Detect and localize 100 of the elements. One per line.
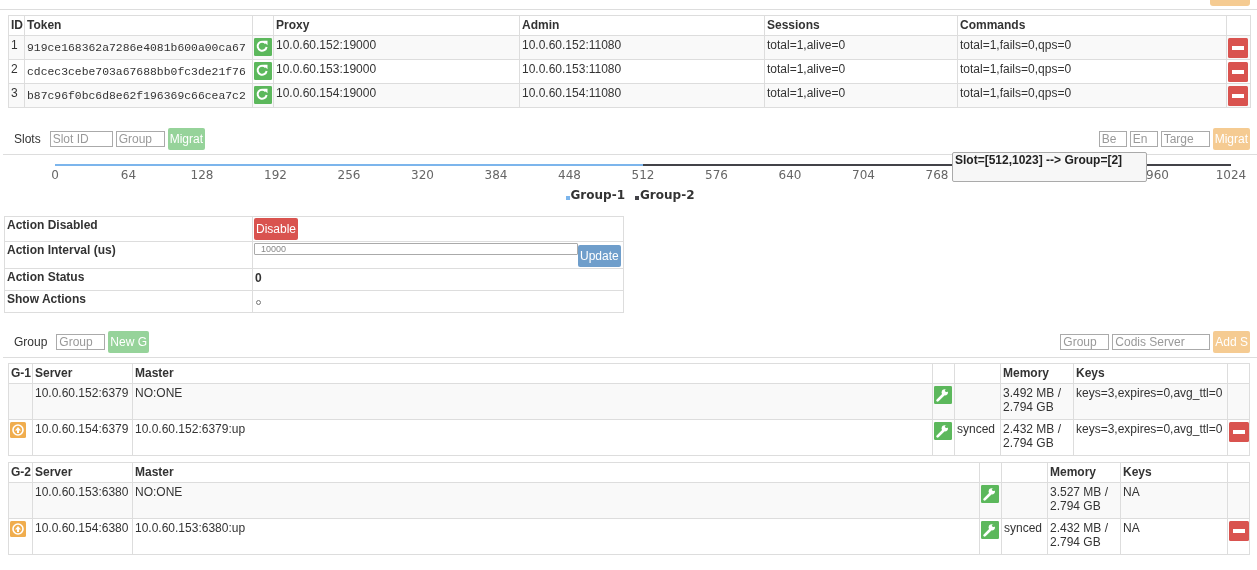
column-header: Token (24, 15, 253, 36)
button[interactable]: Migrat (1212, 128, 1250, 150)
table-cell: synced (954, 419, 1001, 456)
row-label: Action Status (4, 268, 253, 291)
tick-label: 384 (484, 168, 508, 182)
refresh-icon[interactable] (254, 61, 272, 81)
column-header: Server (32, 462, 133, 483)
column-header: ID (8, 15, 25, 36)
wrench-icon[interactable] (934, 421, 952, 441)
wrench-icon[interactable] (981, 484, 999, 504)
tick-label: 256 (337, 168, 361, 182)
button[interactable]: New G (108, 331, 150, 353)
input-field[interactable]: Be (1098, 131, 1127, 147)
column-header: Server (32, 363, 133, 384)
remove-button[interactable] (1229, 520, 1249, 542)
tick-label: 768 (925, 168, 949, 182)
table-cell: 10.0.60.154:6379 (32, 419, 133, 456)
input-field[interactable]: Targe (1160, 131, 1210, 147)
table-cell: 2 (8, 59, 25, 84)
button[interactable]: Add S (1213, 331, 1250, 353)
table-cell: 2.432 MB / 2.794 GB (1000, 419, 1074, 456)
remove-button[interactable] (1228, 61, 1248, 83)
tick-label: 704 (852, 168, 875, 182)
table-cell: 10.0.60.154:6380 (32, 518, 133, 555)
table-cell: 10.0.60.153:11080 (519, 59, 765, 84)
section-label: Slots (14, 132, 41, 146)
table-cell: total=1,alive=0 (764, 83, 958, 108)
table-cell: total=1,alive=0 (764, 59, 958, 84)
table-cell: 0 (252, 268, 624, 291)
column-header: G-1 (8, 363, 33, 384)
tick-label: 0 (51, 168, 59, 182)
table-cell: total=1,fails=0,qps=0 (957, 83, 1227, 108)
table-cell: cdcec3cebe703a67688bb0fc3de21f76 (24, 59, 253, 84)
row-label: Action Disabled (4, 216, 253, 242)
tick-label: 320 (411, 168, 434, 182)
column-header: Keys (1073, 363, 1228, 384)
table-cell: 10.0.60.152:6379:up (132, 419, 933, 456)
table-cell: b87c96f0bc6d8e62f196369c66cea7c2 (24, 83, 253, 108)
input-field[interactable]: Group (56, 334, 106, 350)
tick-label: 1024 (1215, 168, 1247, 182)
tick-label: 128 (190, 168, 214, 182)
wrench-icon[interactable] (981, 520, 999, 540)
legend-label: Group-2 (640, 188, 695, 202)
table-cell: total=1,alive=0 (764, 35, 958, 60)
row-label: Show Actions (4, 290, 253, 313)
table-cell: synced (1001, 518, 1048, 555)
remove-button[interactable] (1228, 37, 1248, 59)
tick-label: 64 (120, 168, 137, 182)
refresh-icon[interactable] (254, 85, 272, 105)
wrench-icon[interactable] (934, 385, 952, 405)
column-header: Proxy (273, 15, 520, 36)
refresh-icon[interactable] (254, 37, 272, 57)
remove-button[interactable] (1229, 421, 1249, 443)
button[interactable]: Migrat (167, 128, 206, 150)
tooltip: Slot=[512,1023] --> Group=[2] (952, 152, 1147, 182)
table-cell: 3 (8, 83, 25, 108)
tick-label: 192 (264, 168, 287, 182)
column-header: Commands (957, 15, 1227, 36)
table-cell: keys=3,expires=0,avg_ttl=0 (1073, 383, 1228, 420)
promote-button[interactable] (10, 520, 26, 538)
promote-button[interactable] (10, 421, 26, 439)
table-cell: 10.0.60.154:19000 (273, 83, 520, 108)
legend-label: Group-1 (570, 188, 625, 202)
table-cell: 3.492 MB / 2.794 GB (1000, 383, 1074, 420)
remove-button[interactable] (1228, 85, 1248, 107)
checkbox[interactable] (256, 300, 261, 305)
table-cell: total=1,fails=0,qps=0 (957, 35, 1227, 60)
input-field[interactable]: 10000 (254, 243, 578, 255)
table-cell: 10.0.60.153:6380 (32, 482, 133, 519)
table-cell: 919ce168362a7286e4081b600a00ca67 (24, 35, 253, 60)
table-cell: 10.0.60.154:11080 (519, 83, 765, 108)
legend-marker-icon (635, 196, 639, 200)
legend-marker-icon (565, 196, 570, 200)
column-header: Master (132, 363, 933, 384)
tick-label: 576 (705, 168, 728, 182)
table-cell: total=1,fails=0,qps=0 (957, 59, 1227, 84)
button[interactable]: Update (578, 245, 621, 267)
tick-label: 960 (1146, 168, 1169, 182)
column-header: Master (132, 462, 980, 483)
table-cell: NA (1120, 518, 1228, 555)
tick-label: 512 (631, 168, 655, 182)
table-cell: NA (1120, 482, 1228, 519)
input-field[interactable]: Group (1060, 334, 1110, 350)
input-field[interactable]: Codis Server (1112, 334, 1211, 350)
table-cell: 1 (8, 35, 25, 60)
table-cell: 3.527 MB / 2.794 GB (1047, 482, 1121, 519)
tick-label: 640 (778, 168, 802, 182)
table-cell: 10.0.60.152:6379 (32, 383, 133, 420)
table-cell: 10.0.60.152:11080 (519, 35, 765, 60)
table-cell: NO:ONE (132, 482, 980, 519)
button[interactable]: Disable (254, 218, 299, 240)
column-header: Memory (1000, 363, 1074, 384)
row-label: Action Interval (us) (4, 241, 253, 269)
input-field[interactable]: Group (115, 131, 165, 147)
column-header: G-2 (8, 462, 33, 483)
tick-label: 448 (558, 168, 581, 182)
column-header: Sessions (764, 15, 958, 36)
input-field[interactable]: Slot ID (49, 131, 113, 147)
column-header: Memory (1047, 462, 1121, 483)
input-field[interactable]: En (1129, 131, 1158, 147)
